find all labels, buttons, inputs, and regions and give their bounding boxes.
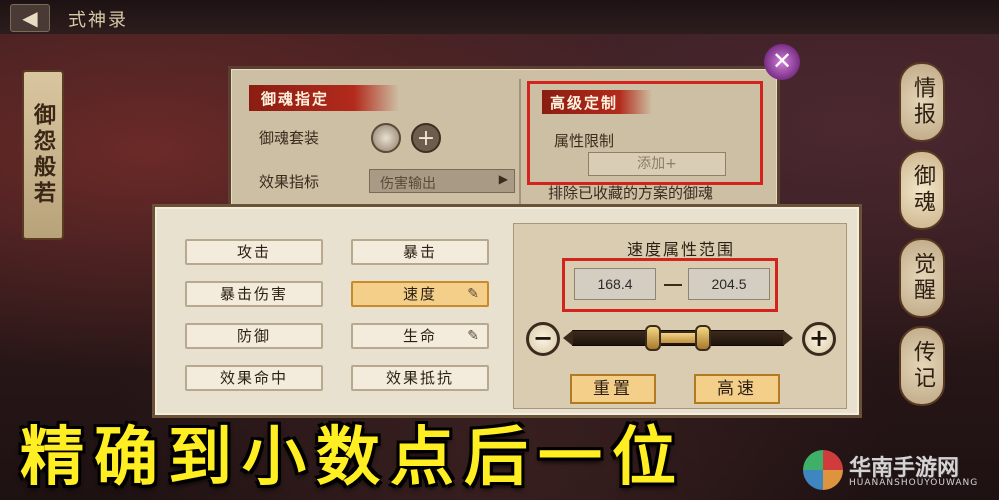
stat-label: 效果抵抗 [385, 369, 454, 387]
close-icon[interactable]: ✕ [764, 44, 800, 80]
slider-thumb-low[interactable] [644, 325, 661, 351]
divider [519, 79, 521, 211]
pen-icon: ✎ [467, 328, 481, 344]
watermark: 华南手游网 HUANANSHOUYOUWANG [803, 448, 993, 494]
tab-mitama[interactable]: 御魂 [899, 150, 945, 230]
back-arrow-icon[interactable]: ◀ [10, 4, 50, 32]
plus-icon[interactable]: + [802, 322, 836, 356]
stat-label: 暴击 [402, 243, 437, 261]
tab-info[interactable]: 情报 [899, 62, 945, 142]
stat-button-crit-damage[interactable]: 暴击伤害 [185, 281, 323, 307]
stat-button-defense[interactable]: 防御 [185, 323, 323, 349]
stat-button-hp[interactable]: 生命 ✎ [351, 323, 489, 349]
slider-left-cap [563, 330, 573, 346]
fast-button[interactable]: 高速 [694, 374, 780, 404]
add-limit-button[interactable]: 添加+ [588, 152, 726, 176]
caption-text: 精确到小数点后一位 [20, 420, 686, 495]
stat-label: 暴击伤害 [219, 285, 288, 303]
watermark-logo-icon [803, 450, 843, 490]
reset-button[interactable]: 重置 [570, 374, 656, 404]
avatar[interactable] [371, 123, 401, 153]
watermark-sub: HUANANSHOUYOUWANG [849, 478, 979, 488]
stat-label: 生命 [402, 327, 437, 345]
add-set-button[interactable]: + [411, 123, 441, 153]
speed-range-box: 速度属性范围 168.4 204.5 − + 重置 高速 [513, 223, 847, 409]
effect-select[interactable]: 伤害输出 ▶ [369, 169, 515, 193]
stat-button-effect-resist[interactable]: 效果抵抗 [351, 365, 489, 391]
range-min-input[interactable]: 168.4 [574, 268, 656, 300]
shikigami-name-tab[interactable]: 御怨般若 [22, 70, 64, 240]
stat-button-speed[interactable]: 速度 ✎ [351, 281, 489, 307]
caret-right-icon: ▶ [498, 172, 508, 186]
stat-label: 速度 [402, 285, 437, 303]
page-title: 式神录 [68, 10, 128, 31]
pen-icon: ✎ [467, 286, 481, 302]
tab-biography[interactable]: 传记 [899, 326, 945, 406]
range-max-input[interactable]: 204.5 [688, 268, 770, 300]
range-separator [664, 284, 682, 286]
stat-button-attack[interactable]: 攻击 [185, 239, 323, 265]
stat-label: 效果命中 [219, 369, 288, 387]
attr-limit-label: 属性限制 [554, 132, 615, 150]
exclude-text[interactable]: 排除已收藏的方案的御魂 [548, 182, 713, 203]
advanced-title: 高级定制 [542, 90, 652, 114]
advanced-highlight-box: 高级定制 属性限制 添加+ [527, 81, 763, 185]
stat-label: 攻击 [236, 243, 271, 261]
stat-button-effect-hit[interactable]: 效果命中 [185, 365, 323, 391]
speed-slider[interactable] [563, 325, 793, 351]
stat-label: 防御 [236, 327, 271, 345]
top-bar: ◀ 式神录 [0, 0, 999, 34]
slider-thumb-high[interactable] [695, 325, 712, 351]
effect-select-value: 伤害输出 [380, 176, 436, 192]
stat-button-crit[interactable]: 暴击 [351, 239, 489, 265]
tab-awaken[interactable]: 觉醒 [899, 238, 945, 318]
effect-label: 效果指标 [259, 173, 320, 191]
stat-range-panel: 攻击 暴击 暴击伤害 速度 ✎ 防御 生命 ✎ 效果命中 效果抵抗 速度属性范围… [152, 204, 862, 418]
range-title: 速度属性范围 [626, 240, 735, 259]
section-title: 御魂指定 [249, 85, 399, 111]
minus-icon[interactable]: − [526, 322, 560, 356]
right-nav: 情报 御魂 觉醒 传记 [899, 62, 955, 414]
slider-right-cap [783, 330, 793, 346]
set-label: 御魂套装 [259, 129, 320, 147]
